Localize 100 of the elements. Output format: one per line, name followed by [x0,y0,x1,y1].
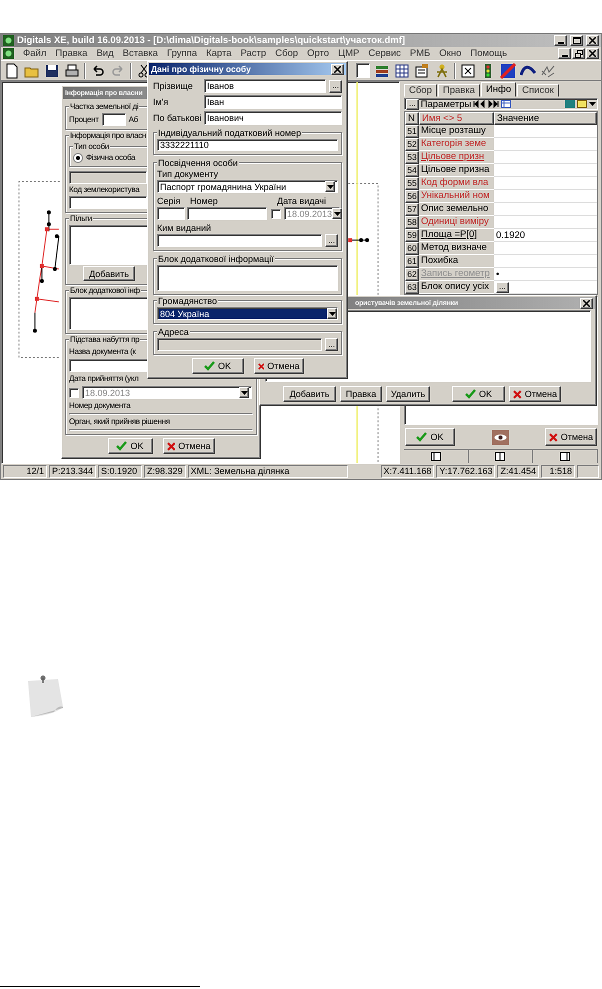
column-header[interactable]: N [405,112,419,125]
input-field[interactable]: 3332221110 [157,139,338,151]
navigation-icon[interactable] [473,100,500,108]
field-label: Прізвище [153,81,194,91]
checkbox[interactable] [271,208,281,218]
action-button[interactable]: Добавить [283,386,336,402]
minimize-button[interactable] [558,48,571,59]
right-pane-icon[interactable] [560,452,570,461]
menu-item[interactable]: Файл [23,48,46,59]
grid-icon[interactable] [501,100,512,108]
cancel-button[interactable]: Отмена [162,438,214,454]
more-button[interactable]: ... [496,282,509,292]
menu-item[interactable]: Орто [307,48,330,59]
input-field[interactable]: Іванович [204,111,342,125]
browse-button[interactable]: ... [325,234,338,247]
menu-item[interactable]: Вид [96,48,114,59]
more-button[interactable]: ... [406,98,419,110]
tab[interactable]: Сбор [404,84,437,97]
select-field[interactable]: 804 Україна [157,307,338,320]
combo-field[interactable] [356,63,370,78]
close-button[interactable] [331,64,344,74]
parameter-name: Цільове призна [419,164,494,177]
date-field[interactable]: 18.09.2013 [82,386,252,399]
properties-icon[interactable] [414,62,430,78]
checkbox[interactable] [69,388,79,398]
parameter-value[interactable]: ... [494,281,597,294]
status-field: P:213.344 [49,465,96,478]
input-field[interactable] [69,171,147,184]
new-document-icon[interactable] [4,62,20,78]
menu-item[interactable]: Правка [55,48,88,59]
list-box[interactable] [69,225,149,265]
menu-item[interactable]: ЦМР [338,48,360,59]
spin-button[interactable] [239,387,249,398]
parameter-name: Категорія земе [419,138,494,151]
printer-icon[interactable] [64,62,80,78]
input-field[interactable] [102,113,126,126]
menu-item[interactable]: Карта [206,48,232,59]
restore-button[interactable] [572,48,585,59]
row-number: 52 [405,138,419,151]
parameter-value[interactable]: 0.1920 [494,229,597,242]
close-button[interactable] [586,35,599,46]
check-icon [416,432,428,442]
close-button[interactable] [586,48,599,59]
menu-item[interactable]: Группа [166,48,198,59]
cancel-button[interactable]: Отмена [254,358,304,374]
input-field[interactable] [69,359,149,372]
table-icon[interactable] [394,62,410,78]
close-button[interactable] [580,298,593,308]
row-number: 57 [405,203,419,216]
radio-button[interactable] [73,153,83,163]
select-field[interactable]: Паспорт громадянина України [157,180,338,193]
eye-icon[interactable] [492,430,508,444]
folder-icon[interactable] [577,100,587,108]
tab[interactable]: Инфо [480,82,516,97]
date-field[interactable]: 18.09.2013 [284,207,340,220]
tab[interactable]: Список [517,84,559,97]
input-field[interactable] [157,207,185,220]
cancel-button[interactable]: Отмена [509,386,561,402]
browse-button[interactable]: ... [329,80,342,92]
close-icon [589,37,596,44]
menu-item[interactable]: Вставка [122,48,158,59]
menu-item[interactable]: Сбор [275,48,298,59]
field-label: Дата прийняття (укл [69,374,139,384]
text-area[interactable] [69,297,149,330]
ok-button[interactable]: OK [192,358,244,374]
ok-button[interactable]: OK [452,386,505,402]
menu-item[interactable]: Окно [439,48,462,59]
minimize-button[interactable] [554,35,567,46]
text-area[interactable] [157,265,338,291]
group-label: Інформація про власн [69,131,148,141]
tab[interactable]: Правка [438,84,480,97]
action-button[interactable]: Удалить [386,386,430,402]
input-field[interactable]: Іванов [204,79,326,93]
menu-item[interactable]: Растр [240,48,266,59]
ok-button[interactable]: OK [108,438,152,454]
input-field[interactable] [157,234,322,247]
spin-button[interactable] [332,208,342,219]
maximize-button[interactable] [570,35,583,46]
action-button[interactable]: Правка [340,386,382,402]
parameter-value[interactable]: • [494,268,597,281]
split-pane-icon[interactable] [495,452,506,461]
status-field: 1:518 [541,465,575,478]
row-number: 61 [405,255,419,268]
menu-item[interactable]: Сервис [368,48,401,59]
cancel-button[interactable]: Отмена [545,428,597,446]
striped-icon[interactable] [500,62,516,78]
left-pane-icon[interactable] [430,452,441,461]
input-field[interactable] [69,196,147,209]
curve-icon[interactable] [520,62,536,78]
input-field[interactable]: Іван [204,95,342,109]
menu-item[interactable]: РМБ [410,48,430,59]
input-field[interactable] [187,207,267,220]
menu-item[interactable]: Помощь [470,48,508,59]
column-header[interactable]: Имя <> 5 [419,112,494,125]
column-header[interactable]: Значение [494,112,597,125]
ok-button[interactable]: OK [405,428,455,446]
select-tool-icon[interactable] [460,62,476,78]
add-button[interactable]: Добавить [83,266,135,281]
field-label: Код землекористува [69,185,140,195]
caret-icon[interactable] [589,100,596,108]
